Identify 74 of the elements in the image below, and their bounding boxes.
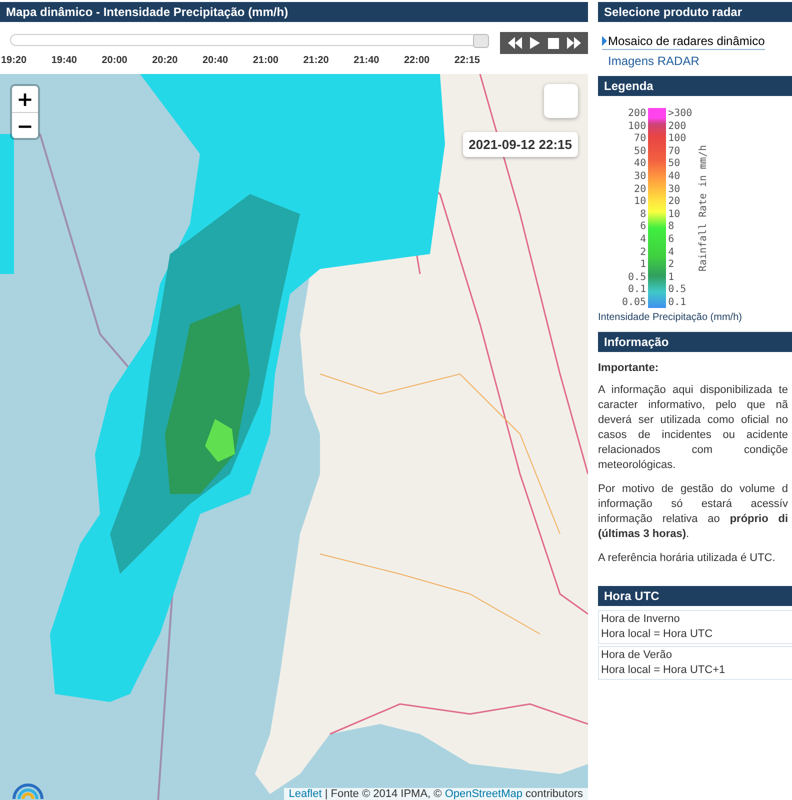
scale-label: >300 xyxy=(668,108,692,119)
scale-label: 100 xyxy=(627,120,646,132)
time-tick-label: 19:20 xyxy=(0,54,27,66)
panel-header: Legenda xyxy=(598,76,792,96)
panel-header: Selecione produto radar xyxy=(598,2,792,22)
scale-label: 10 xyxy=(633,196,646,208)
scale-label: 0.1 xyxy=(627,284,646,296)
time-tick-label: 22:00 xyxy=(403,54,430,66)
time-tick-label: 20:20 xyxy=(151,54,178,66)
scale-label: 2 xyxy=(639,246,646,258)
attribution-text: contributors xyxy=(524,788,583,800)
zoom-out-button[interactable]: − xyxy=(12,112,38,138)
time-tick-label: 20:00 xyxy=(100,54,128,66)
arcs-logo-icon xyxy=(12,783,44,799)
scale-label: 0.1 xyxy=(668,296,688,308)
info-paragraph: Por motivo de gestão do volume d informação só estará acessív informação relativa ao próprio di (últimas 3 horas). xyxy=(598,482,788,542)
scale-label: 30 xyxy=(668,184,682,195)
axis-title: Rainfall Rate in mm/h xyxy=(698,144,710,272)
scale-label: 20 xyxy=(668,196,682,208)
scale-label: 100 xyxy=(668,133,688,144)
scale-label: 200 xyxy=(627,108,646,119)
scale-label: 1 xyxy=(668,272,676,283)
map-timestamp: 2021-09-12 22:15 xyxy=(462,132,578,157)
zoom-in-button[interactable]: + xyxy=(12,86,38,112)
scale-label: 0.5 xyxy=(668,284,688,296)
info-lead: Importante: xyxy=(598,362,660,374)
time-tick-label: 22:15 xyxy=(453,54,480,66)
scale-label: 10 xyxy=(668,208,682,220)
time-tick-label: 20:40 xyxy=(202,54,228,66)
scale-label: 8 xyxy=(639,208,646,220)
stop-button[interactable] xyxy=(546,35,560,51)
rule-text: Hora local = Hora UTC xyxy=(601,627,714,642)
attribution-link[interactable]: OpenStreetMap xyxy=(444,788,522,800)
scale-label: 50 xyxy=(668,158,682,170)
scale-label: 2 xyxy=(668,259,676,270)
attribution-link[interactable]: Leaflet xyxy=(288,788,322,800)
scale-label: 20 xyxy=(633,184,646,195)
panel-header: Mapa dinâmico - Intensidade Precipitação (mm/h) xyxy=(0,2,588,22)
scale-label: 40 xyxy=(633,158,646,170)
time-tick-label: 21:00 xyxy=(252,54,278,66)
season-label: Hora de Verão xyxy=(601,648,673,663)
scale-label: 8 xyxy=(668,221,676,232)
play-button[interactable] xyxy=(528,35,542,51)
product-link[interactable]: Imagens RADAR xyxy=(602,54,700,70)
scale-label: 6 xyxy=(668,234,676,245)
rule-text: Hora local = Hora UTC+1 xyxy=(601,663,726,678)
legend-caption: Intensidade Precipitação (mm/h) xyxy=(598,312,743,323)
scale-label: 0.5 xyxy=(627,272,646,283)
rewind-button[interactable] xyxy=(506,35,524,51)
scale-label: 50 xyxy=(633,146,646,157)
product-link[interactable]: Mosaico de radares dinâmico xyxy=(602,34,765,50)
scale-label: 4 xyxy=(639,234,646,245)
fast-forward-button[interactable] xyxy=(564,35,582,51)
scale-label: 30 xyxy=(633,170,646,182)
scale-label: 70 xyxy=(633,133,646,144)
scale-label: 200 xyxy=(668,120,688,132)
scale-label: 40 xyxy=(668,170,682,182)
attribution-text: | Fonte © 2014 IPMA, © xyxy=(324,788,443,800)
info-paragraph: A informação aqui disponibilizada te caracter informativo, pelo que nã deverá ser utilizada como oficial no casos de incidentes ou acidente relacionados com condiçõe meteorológicas. xyxy=(598,383,788,473)
timeline-slider[interactable] xyxy=(10,34,488,46)
panel-header: Hora UTC xyxy=(598,586,792,606)
time-tick-label: 21:40 xyxy=(352,54,380,66)
slider-thumb[interactable] xyxy=(473,34,489,48)
time-tick-label: 21:20 xyxy=(302,54,329,66)
info-paragraph: A referência horária utilizada é UTC. xyxy=(598,551,776,566)
map-drawing[interactable] xyxy=(0,74,588,800)
scale-label: 70 xyxy=(668,146,682,157)
scale-label: 6 xyxy=(639,221,646,232)
scale-label: 1 xyxy=(639,259,646,270)
panel-header: Informação xyxy=(598,332,792,352)
scale-label: 0.05 xyxy=(622,296,646,308)
time-tick-label: 19:40 xyxy=(50,54,77,66)
season-label: Hora de Inverno xyxy=(601,612,681,627)
scale-label: 4 xyxy=(668,246,676,258)
